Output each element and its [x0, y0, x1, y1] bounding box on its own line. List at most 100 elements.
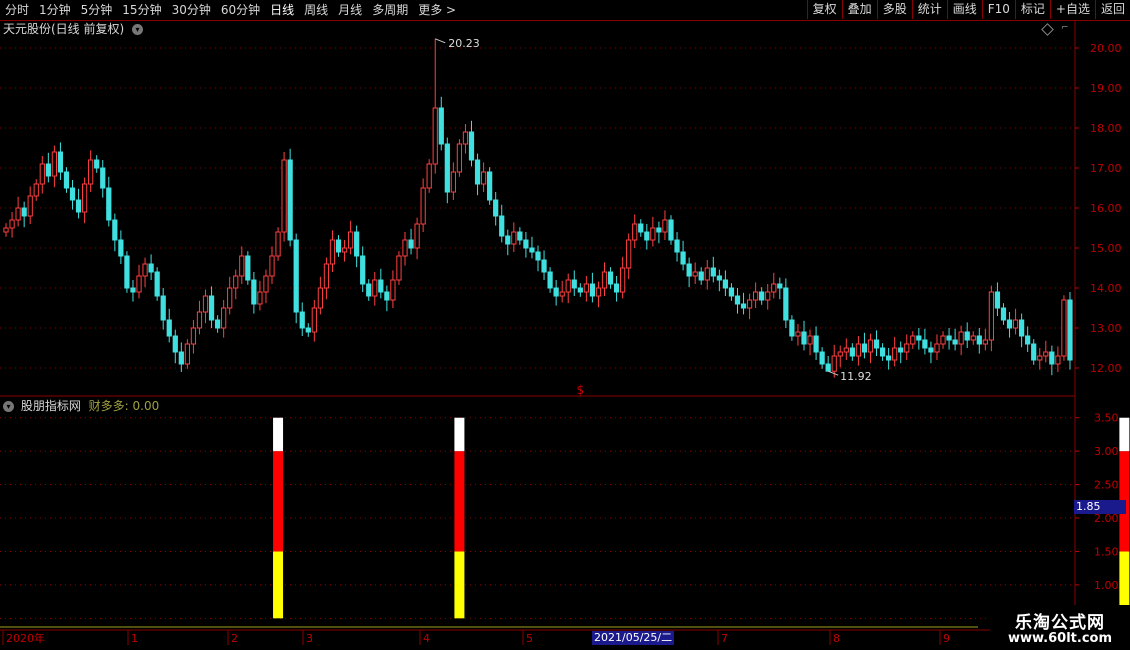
candle-up — [450, 171, 456, 193]
candle-down — [759, 291, 765, 301]
candle-down — [873, 339, 880, 349]
candle-down — [245, 255, 251, 281]
signal-bar-red — [273, 451, 284, 552]
indicator-tick-label: 3.50 — [1094, 412, 1119, 425]
candle-up — [565, 279, 571, 293]
candle-down — [716, 275, 722, 281]
candle-up — [202, 295, 209, 313]
candle-up — [257, 291, 263, 305]
candle-down — [656, 227, 662, 233]
candle-up — [1043, 351, 1049, 357]
candle-up — [626, 239, 632, 269]
high-price-label: 20.23 — [448, 37, 480, 50]
candle-up — [372, 279, 378, 297]
price-tick-label: 18.00 — [1090, 122, 1122, 135]
candle-down — [952, 339, 958, 345]
candle-down — [722, 279, 729, 289]
candle-up — [632, 223, 638, 241]
dollar-marker: $ — [576, 383, 584, 397]
candle-down — [783, 287, 789, 321]
candle-down — [1049, 351, 1055, 365]
candle-down — [734, 295, 741, 305]
candle-up — [970, 335, 976, 341]
candle-up — [559, 291, 565, 297]
candle-down — [517, 231, 523, 241]
candle-up — [650, 227, 656, 241]
candle-up — [396, 255, 402, 281]
candle-down — [474, 159, 481, 185]
candle-up — [662, 219, 668, 233]
candle-down — [1067, 299, 1073, 361]
candle-up — [595, 287, 602, 297]
candle-down — [825, 363, 831, 372]
candle-down — [251, 279, 257, 305]
signal-bar-white — [454, 417, 465, 452]
candle-down — [505, 235, 511, 245]
candle-down — [523, 239, 529, 249]
candle-down — [178, 351, 184, 365]
candle-up — [196, 311, 203, 329]
candle-up — [807, 335, 813, 345]
candle-down — [493, 199, 499, 217]
candle-down — [299, 311, 305, 329]
candle-down — [535, 251, 541, 261]
candle-up — [281, 159, 287, 233]
candle-down — [118, 239, 124, 257]
candle-down — [886, 355, 892, 361]
candle-down — [293, 239, 299, 313]
candle-down — [94, 159, 100, 169]
candle-down — [916, 335, 922, 341]
candle-down — [499, 215, 505, 237]
time-axis-label: 7 — [721, 632, 728, 645]
candle-down — [366, 283, 372, 297]
candle-up — [892, 347, 898, 361]
candle-down — [668, 219, 674, 241]
candle-down — [964, 331, 970, 341]
candle-up — [765, 291, 771, 301]
candle-down — [45, 163, 51, 177]
candle-up — [746, 299, 753, 309]
candle-up — [142, 263, 148, 277]
candle-up — [843, 347, 849, 353]
candle-down — [305, 327, 311, 333]
price-tick-label: 19.00 — [1090, 82, 1122, 95]
candle-down — [160, 295, 166, 321]
candle-up — [414, 223, 420, 249]
time-axis-label: 1 — [131, 632, 138, 645]
candle-down — [946, 335, 952, 341]
kline-chart[interactable]: 12.0013.0014.0015.0016.0017.0018.0019.00… — [0, 0, 1130, 650]
candle-down — [208, 295, 215, 321]
candle-down — [124, 255, 130, 289]
candle-down — [777, 283, 783, 289]
candle-down — [1031, 343, 1037, 361]
candle-up — [1012, 319, 1019, 329]
candle-down — [577, 287, 583, 293]
candle-up — [3, 227, 9, 233]
indicator-tick-label: 1.00 — [1094, 579, 1119, 592]
candle-down — [680, 251, 686, 265]
candle-up — [583, 283, 589, 293]
candle-down — [928, 347, 934, 353]
candle-down — [166, 319, 172, 337]
candle-up — [27, 195, 33, 217]
candle-down — [849, 347, 855, 357]
candle-up — [1037, 355, 1043, 361]
signal-bar-yellow — [273, 551, 284, 619]
price-tick-label: 12.00 — [1090, 362, 1122, 375]
watermark-url: www.60lt.com — [1007, 631, 1113, 646]
time-axis-label: 8 — [833, 632, 840, 645]
price-tick-label: 13.00 — [1090, 322, 1122, 335]
candle-up — [855, 343, 862, 357]
candle-down — [112, 219, 118, 241]
candle-down — [69, 187, 76, 201]
candle-down — [644, 231, 650, 241]
candle-down — [861, 343, 868, 353]
candle-down — [607, 271, 614, 285]
signal-bar-red — [454, 451, 465, 552]
candle-down — [553, 287, 559, 297]
candle-up — [462, 131, 469, 145]
candle-down — [335, 239, 342, 253]
candle-down — [529, 247, 535, 253]
candle-up — [233, 275, 239, 289]
candle-up — [269, 255, 275, 277]
